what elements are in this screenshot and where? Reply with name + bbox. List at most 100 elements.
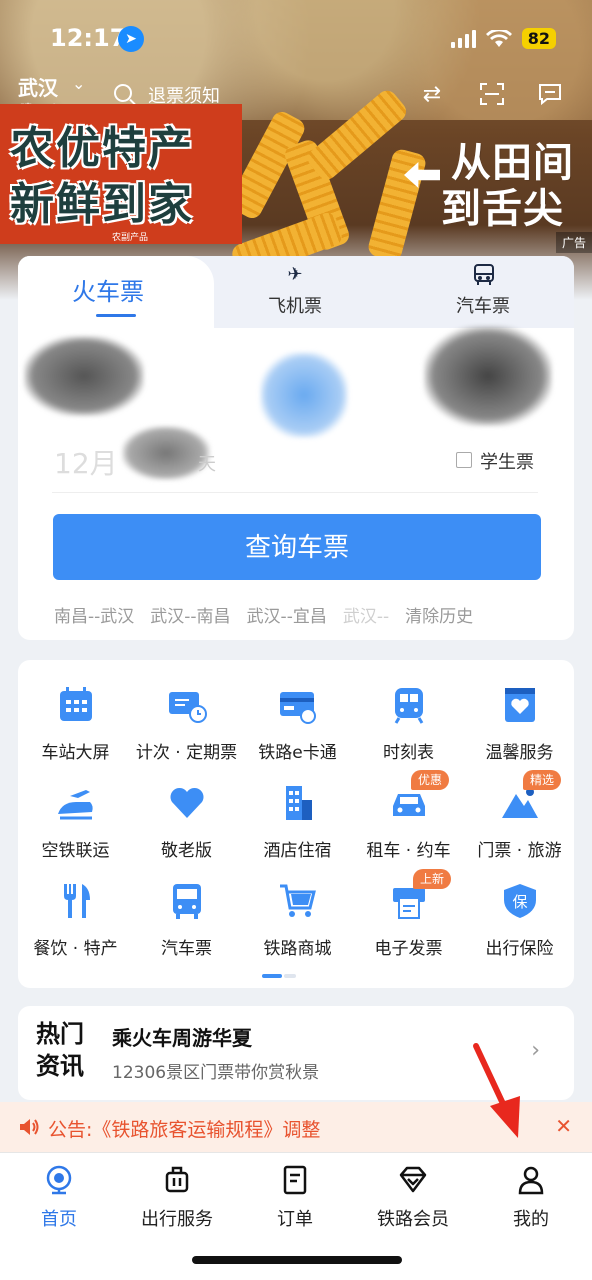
service-periodic-ticket[interactable]: 计次 · 定期票	[131, 660, 242, 763]
pasta-decoration	[366, 147, 428, 263]
badge-new: 上新	[413, 869, 452, 889]
divider	[52, 492, 538, 493]
shield-text: 保	[512, 893, 527, 911]
student-ticket-label[interactable]: 学生票	[480, 448, 534, 474]
tab-train[interactable]: 火车票	[18, 256, 214, 328]
tab-underline	[96, 314, 136, 317]
service-car-rental[interactable]: 租车 · 约车	[353, 758, 464, 861]
service-hotel[interactable]: 酒店住宿	[242, 758, 353, 861]
service-bus[interactable]: 汽车票	[131, 856, 242, 959]
ticket-tab-bar: 火车票 ✈ 飞机票 汽车票	[18, 256, 574, 328]
signal-icon	[450, 29, 476, 48]
date-redacted	[122, 426, 210, 480]
bus-icon	[173, 884, 201, 919]
chevron-right-icon: ›	[531, 1038, 540, 1063]
order-icon	[283, 1165, 307, 1195]
search-icon[interactable]	[114, 84, 132, 102]
hotel-icon	[286, 786, 312, 820]
history-item[interactable]: 武汉--南昌	[150, 602, 230, 627]
calendar-screen-icon	[60, 687, 92, 721]
nav-travel-services[interactable]: 出行服务	[118, 1163, 236, 1233]
service-label: 汽车票	[161, 939, 212, 959]
status-indicators: 82	[450, 27, 556, 49]
speaker-icon	[18, 1117, 40, 1142]
plane-icon[interactable]: ✈	[282, 264, 308, 285]
slogan-line-2: 到舌尖	[441, 186, 564, 232]
ad-banner[interactable]: 12:17 ➤ 82 武汉 ⌄ 晴 14°C 退票须知 ⇄ 农优特产 新鲜到家 …	[0, 0, 592, 300]
chevron-down-icon[interactable]: ⌄	[72, 74, 85, 93]
luggage-icon	[165, 1166, 189, 1193]
swap-icon[interactable]: ⇄	[418, 82, 446, 108]
hot-news-logo: 热门 资讯	[36, 1018, 96, 1082]
nav-home[interactable]: 首页	[0, 1163, 118, 1233]
service-dining[interactable]: 餐饮 · 特产	[20, 856, 131, 959]
badge-discount: 优惠	[411, 770, 450, 790]
promo-headline-1: 农优特产	[10, 123, 194, 174]
date-selector[interactable]: 12月	[54, 442, 118, 482]
shield-icon: 保	[504, 884, 536, 918]
notice-text: 公告:《铁路旅客运输规程》调整	[48, 1119, 321, 1141]
wifi-icon	[485, 27, 512, 48]
nav-label: 订单	[277, 1209, 313, 1230]
news-subtitle: 12306景区门票带你赏秋景	[112, 1063, 320, 1083]
to-station-redacted[interactable]	[424, 326, 552, 426]
nav-orders[interactable]: 订单	[236, 1163, 354, 1233]
tab-plane[interactable]: 飞机票	[268, 292, 322, 318]
from-station-redacted[interactable]	[24, 336, 144, 416]
hot-news-card[interactable]: 热门 资讯 乘火车周游华夏 12306景区门票带你赏秋景 ›	[18, 1006, 574, 1100]
train-plane-icon	[58, 790, 93, 820]
promo-headline-2: 新鲜到家	[10, 179, 194, 230]
date-weekday: 天	[198, 454, 216, 475]
service-ecard[interactable]: 铁路e卡通	[242, 660, 353, 763]
service-timetable[interactable]: 时刻表	[353, 660, 464, 763]
service-elderly[interactable]: 敬老版	[131, 758, 242, 861]
service-rail-air[interactable]: 空铁联运	[20, 758, 131, 861]
hot-news-logo-line: 资讯	[36, 1052, 84, 1080]
ticket-clock-icon	[169, 692, 207, 723]
history-item[interactable]: 武汉--宜昌	[247, 602, 327, 627]
notice-bar[interactable]: 公告:《铁路旅客运输规程》调整 ✕	[0, 1102, 592, 1152]
message-icon[interactable]	[536, 82, 564, 108]
nav-label: 出行服务	[141, 1209, 213, 1230]
tab-train-label: 火车票	[72, 278, 144, 306]
ad-tag: 广告	[555, 232, 592, 253]
bus-icon[interactable]	[471, 264, 497, 285]
student-checkbox[interactable]	[456, 452, 472, 468]
nav-label: 铁路会员	[377, 1209, 449, 1230]
service-mall[interactable]: 铁路商城	[242, 856, 353, 959]
service-label: 出行保险	[485, 939, 554, 959]
history-item[interactable]: 武汉--	[343, 602, 389, 627]
nav-membership[interactable]: 铁路会员	[354, 1163, 472, 1233]
service-insurance[interactable]: 保 出行保险	[464, 856, 575, 959]
diamond-icon	[399, 1166, 427, 1193]
heart-service-icon	[505, 688, 535, 722]
services-grid: 车站大屏 计次 · 定期票 铁路e卡通 时刻表 温馨服务 空铁联运 敬老版 酒店…	[18, 660, 574, 988]
history-item[interactable]: 南昌--武汉	[54, 602, 134, 627]
query-tickets-button[interactable]: 查询车票	[53, 514, 541, 580]
home-indicator[interactable]	[192, 1256, 402, 1264]
badge-featured: 精选	[523, 770, 562, 790]
scan-icon[interactable]	[478, 82, 506, 108]
swap-stations-redacted[interactable]	[260, 352, 348, 438]
news-title: 乘火车周游华夏	[112, 1026, 252, 1050]
status-time: 12:17	[50, 24, 127, 52]
cart-icon	[280, 884, 316, 917]
service-station-screen[interactable]: 车站大屏	[20, 660, 131, 763]
close-icon[interactable]: ✕	[555, 1114, 572, 1138]
fork-knife-icon	[64, 884, 90, 918]
service-care[interactable]: 温馨服务	[464, 660, 575, 763]
city-selector[interactable]: 武汉	[18, 72, 58, 101]
nav-label: 我的	[513, 1209, 549, 1230]
home-icon	[46, 1165, 72, 1195]
page-indicator	[262, 974, 296, 978]
service-label: 铁路商城	[263, 939, 332, 959]
hot-news-logo-line: 热门	[36, 1020, 84, 1048]
nav-mine[interactable]: 我的	[472, 1163, 590, 1233]
service-label: 餐饮 · 特产	[33, 939, 118, 959]
nav-label: 首页	[41, 1209, 77, 1230]
battery-indicator: 82	[521, 28, 556, 49]
ticket-booking-card: 火车票 ✈ 飞机票 汽车票 12月 天 学生票 查询车票 南昌--武汉 武汉--…	[18, 256, 574, 640]
tab-bus[interactable]: 汽车票	[456, 292, 510, 318]
location-arrow-icon: ➤	[118, 26, 144, 52]
clear-history-button[interactable]: 清除历史	[405, 602, 473, 627]
